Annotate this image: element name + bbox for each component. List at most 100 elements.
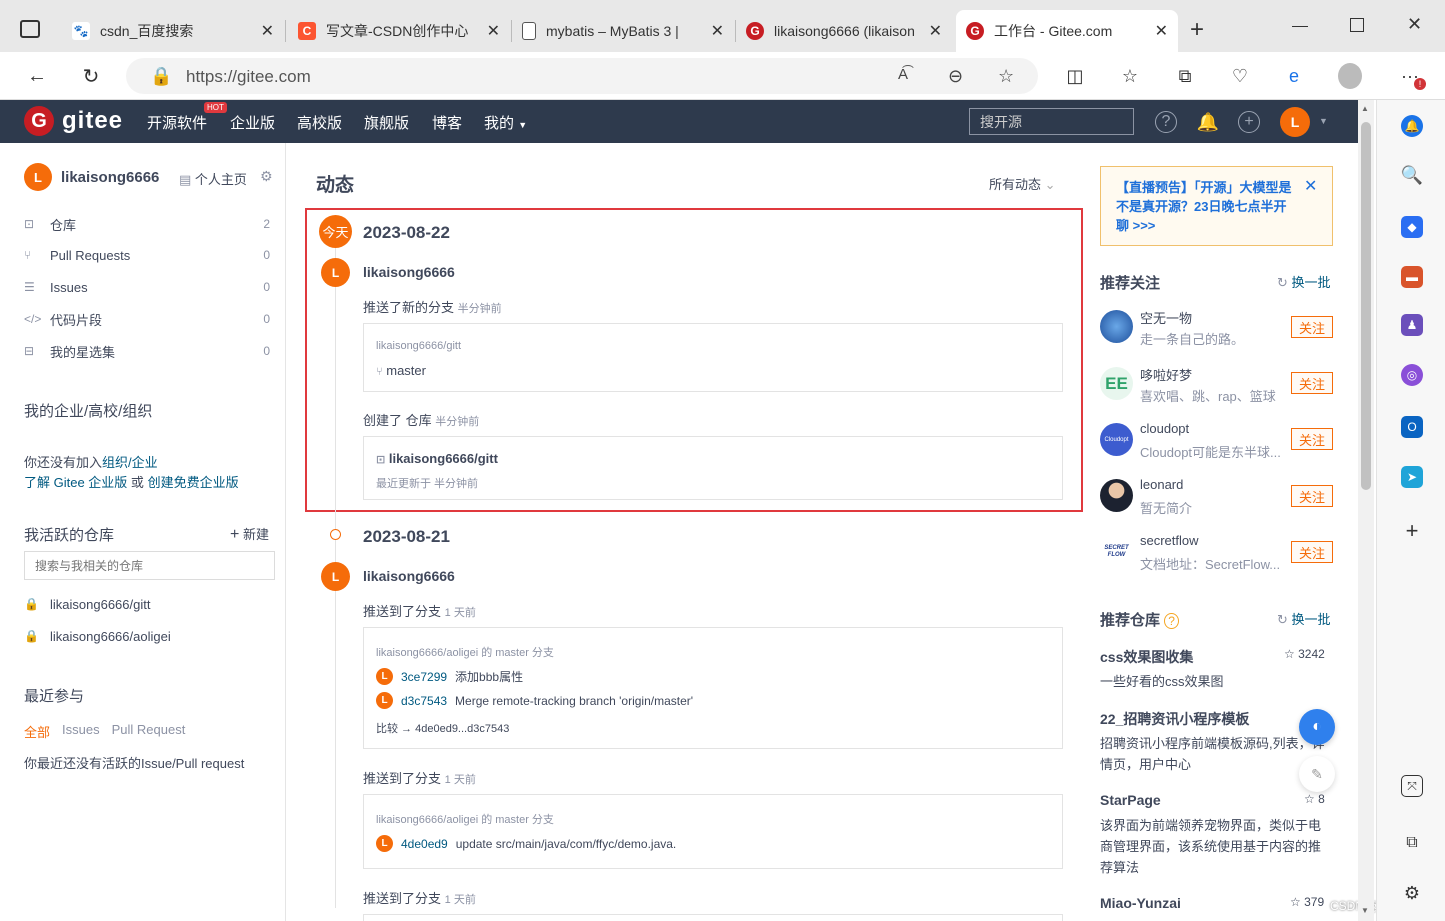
card-repo[interactable]: likaisong6666/gitt (376, 340, 461, 352)
chat-assistant-icon[interactable]: ◐ (1299, 709, 1335, 745)
scrollbar-thumb[interactable] (1361, 122, 1371, 490)
follow-button[interactable]: 关注 (1291, 428, 1333, 450)
bell-icon[interactable]: 🔔 (1197, 111, 1219, 133)
recent-tab-all[interactable]: 全部 (24, 722, 50, 741)
read-aloud-icon[interactable]: A͡ (898, 66, 908, 83)
user-avatar[interactable] (1100, 479, 1133, 512)
follow-button[interactable]: 关注 (1291, 541, 1333, 563)
org-link[interactable]: 组织/企业 (102, 455, 158, 470)
rec-user-name[interactable]: leonard (1140, 477, 1183, 492)
rec-user-name[interactable]: secretflow (1140, 533, 1199, 548)
send-icon[interactable]: ➤ (1401, 466, 1423, 488)
nav-enterprise[interactable]: 企业版 (230, 112, 275, 133)
outlook-icon[interactable]: O (1401, 416, 1423, 438)
user-avatar[interactable]: Cloudopt (1100, 423, 1133, 456)
minimize-icon[interactable] (1292, 26, 1308, 27)
nav-blog[interactable]: 博客 (432, 112, 462, 133)
back-icon[interactable]: ← (22, 62, 52, 90)
user-avatar[interactable]: L (24, 163, 52, 191)
settings-gear-icon[interactable]: ⚙ (1401, 882, 1423, 904)
page-scrollbar[interactable]: ▲ ▼ (1358, 100, 1374, 921)
event-avatar[interactable]: L (321, 258, 350, 287)
sidebar-item-snippets[interactable]: </> 代码片段 0 (24, 307, 270, 331)
screenshot-icon[interactable]: ⤧ (1401, 775, 1423, 797)
header-search-input[interactable]: 搜开源 (969, 108, 1134, 135)
create-enterprise-link[interactable]: 创建免费企业版 (148, 475, 239, 490)
favorites-icon[interactable]: ☆ (1118, 64, 1142, 88)
feedback-icon[interactable]: ✎ (1299, 756, 1335, 792)
branch-line[interactable]: likaisong6666/aoligei 的 master 分支 (376, 644, 554, 660)
new-repo-button[interactable]: + 新建 (230, 524, 269, 544)
nav-education[interactable]: 高校版 (297, 112, 342, 133)
rec-repo-name[interactable]: css效果图收集 (1100, 647, 1193, 667)
enterprise-info-link[interactable]: 了解 Gitee 企业版 (24, 475, 127, 490)
settings-gear-icon[interactable]: ⚙ (260, 168, 273, 185)
feed-filter-dropdown[interactable]: 所有动态 ⌄ (989, 174, 1056, 193)
maximize-icon[interactable] (1350, 18, 1364, 32)
event-avatar[interactable]: L (321, 562, 350, 591)
repo-search-input[interactable] (24, 551, 275, 580)
nav-flagship[interactable]: 旗舰版 (364, 112, 409, 133)
tab-mybatis[interactable]: mybatis – MyBatis 3 | ✕ (512, 10, 734, 52)
active-repo-item[interactable]: 🔒 likaisong6666/gitt (24, 592, 270, 616)
refresh-users-button[interactable]: ↻ 换一批 (1277, 272, 1331, 291)
tab-actions-icon[interactable] (20, 20, 40, 38)
user-avatar[interactable]: EE (1100, 367, 1133, 400)
notice-text[interactable]: 【直播预告】「开源」大模型是不是真开源？23日晚七点半开聊 >>> (1116, 178, 1296, 235)
user-avatar[interactable] (1100, 310, 1133, 343)
nav-open-source[interactable]: 开源软件 (147, 112, 207, 133)
profile-link[interactable]: ▤ 个人主页 (179, 169, 247, 188)
nav-mine[interactable]: 我的 ▼ (484, 112, 527, 133)
window-close-icon[interactable]: ✕ (1407, 14, 1422, 35)
repo-link[interactable]: ⊡ likaisong6666/gitt (376, 451, 498, 466)
close-icon[interactable]: ✕ (929, 21, 942, 41)
recent-tab-issues[interactable]: Issues (62, 722, 100, 741)
collections-icon[interactable]: ⧉ (1173, 64, 1197, 88)
follow-button[interactable]: 关注 (1291, 316, 1333, 338)
tab-likaisong[interactable]: G likaisong6666 (likaison ✕ (736, 10, 952, 52)
split-screen-icon[interactable]: ◫ (1063, 64, 1087, 88)
favorite-star-icon[interactable]: ☆ (998, 66, 1014, 87)
tools-icon[interactable]: ▬ (1401, 266, 1423, 288)
sidebar-item-repos[interactable]: ⊡ 仓库 2 (24, 212, 270, 236)
close-icon[interactable]: ✕ (711, 21, 724, 41)
browser-essentials-icon[interactable]: ♡ (1228, 64, 1252, 88)
commit-hash[interactable]: 3ce7299 (401, 670, 447, 684)
event-user[interactable]: likaisong6666 (363, 264, 455, 280)
close-icon[interactable]: ✕ (1304, 176, 1317, 196)
close-icon[interactable]: ✕ (1155, 21, 1168, 41)
follow-button[interactable]: 关注 (1291, 372, 1333, 394)
close-icon[interactable]: ✕ (261, 21, 274, 41)
edge-icon[interactable]: e (1282, 64, 1306, 88)
follow-button[interactable]: 关注 (1291, 485, 1333, 507)
caret-down-icon[interactable]: ▼ (1319, 116, 1328, 126)
search-icon[interactable]: 🔍 (1401, 164, 1423, 186)
tab-csdn[interactable]: C 写文章-CSDN创作中心 ✕ (288, 10, 510, 52)
help-icon[interactable]: ? (1164, 613, 1179, 629)
tab-gitee-workbench[interactable]: G 工作台 - Gitee.com ✕ (956, 10, 1178, 52)
add-icon[interactable]: + (1401, 518, 1423, 543)
rec-user-name[interactable]: 哆啦好梦 (1140, 365, 1192, 384)
sidebar-item-issues[interactable]: ☰ Issues 0 (24, 275, 270, 299)
notifications-bell-icon[interactable]: 🔔 (1401, 115, 1423, 137)
compare-link[interactable]: 比较 → 4de0ed9...d3c7543 (376, 720, 509, 736)
url-field[interactable]: 🔒 https://gitee.com A͡ ⊖ ☆ (126, 58, 1038, 94)
zoom-icon[interactable]: ⊖ (948, 66, 963, 87)
sidebar-item-pull-requests[interactable]: ⑂ Pull Requests 0 (24, 243, 270, 267)
rec-user-name[interactable]: cloudopt (1140, 421, 1189, 436)
header-avatar[interactable]: L (1280, 107, 1310, 137)
recent-tab-pr[interactable]: Pull Request (112, 722, 186, 741)
copilot-icon[interactable]: ◎ (1401, 364, 1423, 386)
sidebar-item-star-collections[interactable]: ⊟ 我的星选集 0 (24, 339, 270, 363)
notice-banner[interactable]: 【直播预告】「开源」大模型是不是真开源？23日晚七点半开聊 >>> ✕ (1100, 166, 1333, 246)
add-icon[interactable]: + (1238, 111, 1260, 133)
refresh-icon[interactable]: ↻ (76, 62, 106, 90)
lock-icon[interactable]: 🔒 (150, 66, 172, 87)
commit-hash[interactable]: 4de0ed9 (401, 837, 448, 851)
gitee-logo[interactable]: G gitee (24, 106, 123, 136)
sidebar-username[interactable]: likaisong6666 (61, 169, 159, 186)
profile-avatar-icon[interactable] (1338, 63, 1362, 89)
open-external-icon[interactable]: ⧉ (1401, 832, 1423, 854)
commit-hash[interactable]: d3c7543 (401, 694, 447, 708)
rec-user-name[interactable]: 空无一物 (1140, 308, 1192, 327)
